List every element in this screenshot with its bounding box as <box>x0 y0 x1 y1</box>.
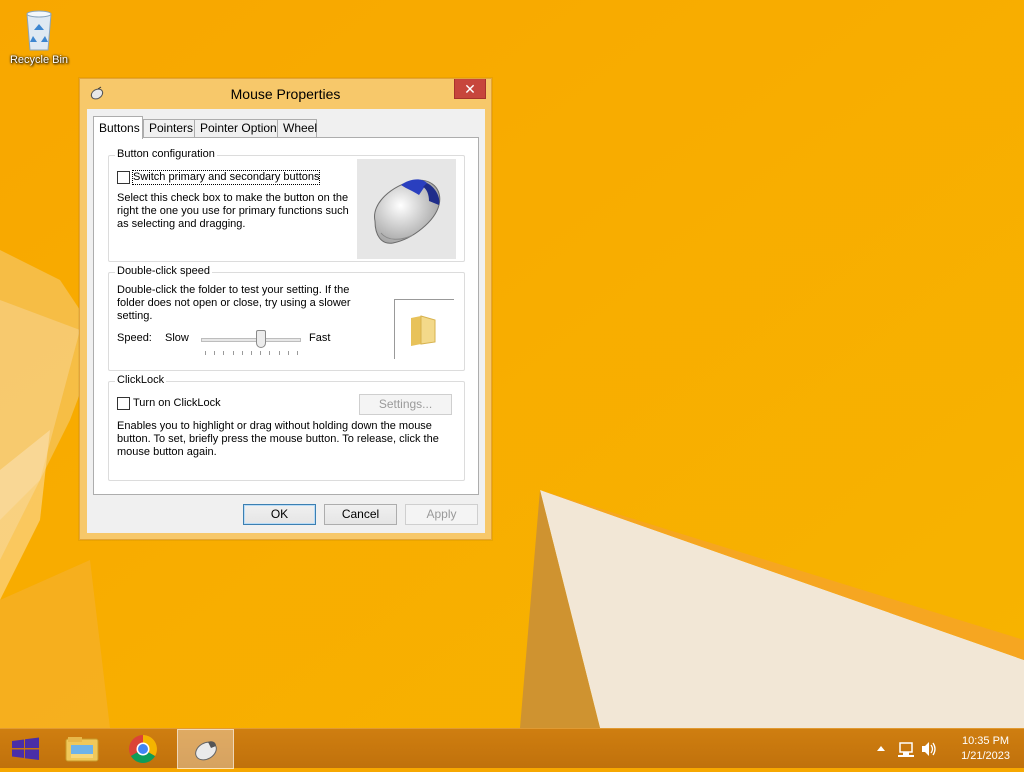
group-title: ClickLock <box>115 374 167 386</box>
mouse-properties-window: Mouse Properties ✕ Buttons Pointers Poin… <box>79 78 492 540</box>
button-configuration-group: Button configuration Switch primary and … <box>108 148 465 262</box>
speed-slider-thumb[interactable] <box>256 330 266 348</box>
slider-tick <box>223 351 225 355</box>
mouse-properties-icon <box>195 741 217 761</box>
tab-pointer-options[interactable]: Pointer Options <box>194 119 283 138</box>
mouse-illustration <box>357 159 456 259</box>
taskbar: 10:35 PM 1/21/2023 <box>0 728 1024 769</box>
clicklock-settings-button[interactable]: Settings... <box>359 394 452 415</box>
window-title: Mouse Properties <box>230 86 341 102</box>
test-folder-area[interactable] <box>394 299 454 359</box>
switch-buttons-label[interactable]: Switch primary and secondary buttons <box>131 170 321 185</box>
slider-tick <box>269 351 271 355</box>
speed-slider-track[interactable] <box>201 338 301 342</box>
double-click-speed-group: Double-click speed Double-click the fold… <box>108 265 465 371</box>
switch-buttons-checkbox[interactable] <box>117 171 130 184</box>
clicklock-checkbox[interactable] <box>117 397 130 410</box>
recycle-bin-icon <box>22 4 56 52</box>
clock-time: 10:35 PM <box>961 735 1010 747</box>
slider-tick <box>241 351 243 355</box>
buttons-tab-panel: Button configuration Switch primary and … <box>93 137 479 495</box>
taskbar-clock[interactable]: 10:35 PM 1/21/2023 <box>961 734 1010 764</box>
ok-button[interactable]: OK <box>243 504 316 525</box>
close-button[interactable]: ✕ <box>454 79 486 99</box>
dialog-body: Buttons Pointers Pointer Options Wheel B… <box>87 109 485 533</box>
slider-tick <box>297 351 298 355</box>
title-bar[interactable]: Mouse Properties ✕ <box>80 79 491 109</box>
desktop-icon-recycle-bin[interactable]: Recycle Bin <box>4 4 74 66</box>
speed-label: Speed: <box>117 332 152 344</box>
system-tray <box>870 729 940 769</box>
taskbar-file-explorer[interactable] <box>56 729 108 769</box>
file-explorer-icon <box>65 737 99 762</box>
mouse-image-icon <box>374 179 441 244</box>
button-config-description: Select this check box to make the button… <box>117 192 349 230</box>
slider-tick <box>205 351 206 355</box>
tab-buttons[interactable]: Buttons <box>93 116 143 139</box>
taskbar-mouse-properties[interactable] <box>177 729 234 769</box>
fast-label: Fast <box>309 332 331 344</box>
clicklock-label[interactable]: Turn on ClickLock <box>133 397 221 410</box>
slow-label: Slow <box>165 332 189 344</box>
slider-tick <box>232 351 234 355</box>
double-click-description: Double-click the folder to test your set… <box>117 284 351 322</box>
volume-icon[interactable] <box>922 742 936 756</box>
clock-date: 1/21/2023 <box>961 750 1010 762</box>
tab-pointers[interactable]: Pointers <box>143 119 195 138</box>
clicklock-description: Enables you to highlight or drag without… <box>117 420 439 458</box>
slider-tick <box>278 351 280 355</box>
folder-icon <box>411 315 436 346</box>
taskbar-chrome[interactable] <box>117 729 169 769</box>
slider-tick <box>287 351 289 355</box>
start-button[interactable] <box>0 729 52 769</box>
slider-tick <box>260 351 262 355</box>
tab-wheel[interactable]: Wheel <box>277 119 317 138</box>
slider-tick <box>214 351 216 355</box>
network-icon[interactable] <box>898 742 914 757</box>
cancel-button[interactable]: Cancel <box>324 504 397 525</box>
slider-tick <box>251 351 252 355</box>
show-hidden-icons-chevron[interactable] <box>877 746 885 751</box>
windows-start-icon <box>12 737 39 760</box>
apply-button[interactable]: Apply <box>405 504 478 525</box>
clicklock-group: ClickLock Turn on ClickLock Settings... … <box>108 374 465 481</box>
desktop-icon-label: Recycle Bin <box>9 54 69 66</box>
group-title: Button configuration <box>115 148 217 160</box>
group-title: Double-click speed <box>115 265 212 277</box>
chrome-icon <box>129 735 157 763</box>
